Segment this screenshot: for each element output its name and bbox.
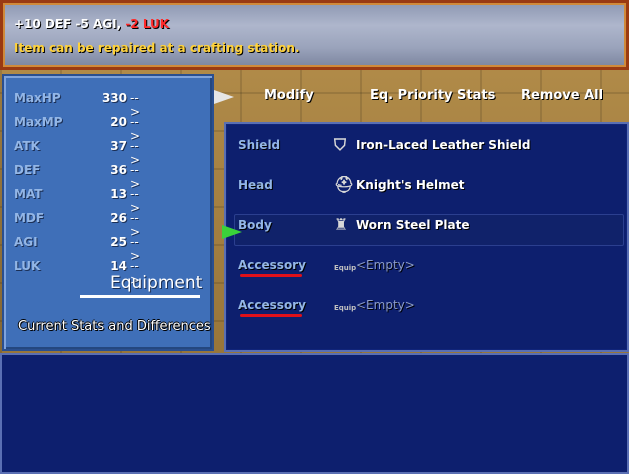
slot-item: Worn Steel Plate <box>356 218 470 232</box>
item-list-window[interactable] <box>0 353 629 474</box>
stat-name: LUK <box>14 259 41 273</box>
slot-item: <Empty> <box>356 258 415 272</box>
stat-name: MAT <box>14 187 43 201</box>
stat-value: 37 <box>110 139 127 153</box>
shield-icon: ⛉ <box>334 135 347 154</box>
slot-name: Accessory <box>238 258 306 272</box>
slot-item: Knight's Helmet <box>356 178 465 192</box>
remove-all-command[interactable]: Remove All <box>521 88 603 108</box>
armor-icon: ♜ <box>334 215 349 234</box>
stat-name: MaxHP <box>14 91 61 105</box>
help-window: +10 DEF -5 AGI, -2 LUK Item can be repai… <box>0 0 629 70</box>
stat-name: AGI <box>14 235 38 249</box>
red-underline <box>240 314 302 317</box>
stat-name: ATK <box>14 139 40 153</box>
equipment-underline <box>80 295 200 298</box>
stat-value: 25 <box>110 235 127 249</box>
stat-value: 330 <box>101 91 127 105</box>
slot-name: Body <box>238 218 272 232</box>
stat-value: 26 <box>110 211 127 225</box>
stat-name: DEF <box>14 163 41 177</box>
equip-tiny-label: Equip <box>334 264 357 272</box>
stat-value: 36 <box>110 163 127 177</box>
help-message: Item can be repaired at a crafting stati… <box>14 41 300 55</box>
stat-value: 13 <box>110 187 127 201</box>
stat-value: 20 <box>110 115 127 129</box>
command-cursor-icon <box>214 90 234 104</box>
selection-cursor-icon <box>222 225 242 239</box>
stat-change-text: +10 DEF -5 AGI, <box>14 17 122 31</box>
stat-change-negative: -2 LUK <box>125 17 170 31</box>
priority-stats-command[interactable]: Eq. Priority Stats <box>370 88 495 108</box>
slot-name: Head <box>238 178 273 192</box>
slot-name: Shield <box>238 138 281 152</box>
stat-name: MaxMP <box>14 115 63 129</box>
stat-name: MDF <box>14 211 45 225</box>
stat-change-summary: +10 DEF -5 AGI, -2 LUK <box>14 17 169 31</box>
red-underline <box>240 274 302 277</box>
stats-caption: Current Stats and Differences <box>18 319 211 334</box>
slot-name: Accessory <box>238 298 306 312</box>
equipment-slot-window: Shield ⛉ Iron-Laced Leather Shield Head … <box>224 122 629 352</box>
status-window: MaxHP 330 --> MaxMP 20 --> ATK 37 --> DE… <box>2 74 214 351</box>
equipment-label: Equipment <box>110 273 203 293</box>
slot-item: <Empty> <box>356 298 415 312</box>
stat-value: 14 <box>110 259 127 273</box>
helmet-icon: ⛑ <box>334 175 355 194</box>
equip-tiny-label: Equip <box>334 304 357 312</box>
slot-item: Iron-Laced Leather Shield <box>356 138 531 152</box>
modify-command[interactable]: Modify <box>264 88 314 108</box>
